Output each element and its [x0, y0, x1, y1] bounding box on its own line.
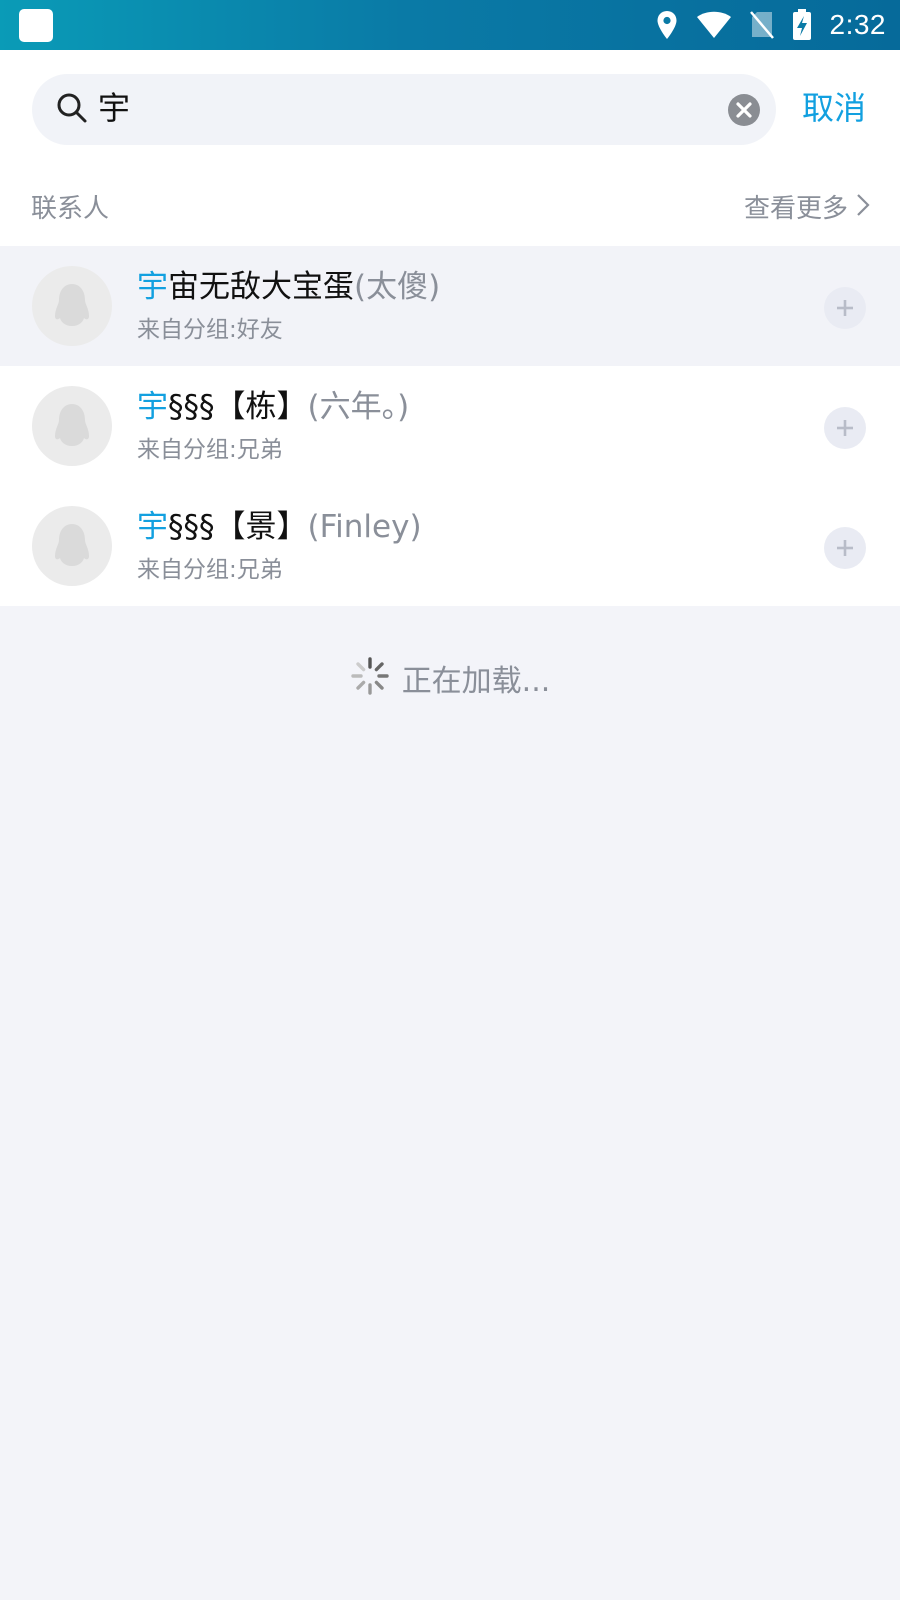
contact-row[interactable]: 宇宙无敌大宝蛋(太傻) 来自分组:好友	[0, 246, 900, 366]
app-notification-icon	[19, 9, 53, 42]
no-sim-icon	[749, 11, 774, 39]
contacts-section-header: 联系人 查看更多	[0, 180, 900, 246]
search-input[interactable]: 宇	[32, 74, 776, 145]
section-title: 联系人	[31, 194, 110, 224]
contact-group: 来自分组:好友	[137, 317, 283, 343]
plus-icon	[837, 420, 853, 436]
plus-icon	[837, 540, 853, 556]
add-button[interactable]	[824, 287, 866, 329]
name-match: 宇	[137, 509, 168, 545]
contact-name: 宇宙无敌大宝蛋(太傻)	[137, 266, 440, 308]
avatar	[32, 506, 112, 586]
add-button[interactable]	[824, 407, 866, 449]
penguin-placeholder-icon	[55, 404, 89, 446]
contact-results-list: 宇宙无敌大宝蛋(太傻) 来自分组:好友 宇§§§【栋】(六年。) 来自分组:兄弟…	[0, 246, 900, 606]
battery-charging-icon	[792, 9, 812, 41]
avatar	[32, 386, 112, 466]
name-rest: 宙无敌大宝蛋	[168, 269, 354, 305]
name-rest: §§§【栋】	[168, 389, 308, 425]
avatar	[32, 266, 112, 346]
wifi-icon	[696, 11, 732, 39]
loading-indicator: 正在加载...	[0, 656, 900, 700]
contact-name: 宇§§§【栋】(六年。)	[137, 386, 409, 428]
view-more-label: 查看更多	[743, 194, 848, 224]
loading-spinner-icon	[350, 656, 390, 700]
contact-name: 宇§§§【景】(Finley)	[137, 506, 422, 548]
location-icon	[656, 10, 678, 40]
search-header: 宇 取消	[0, 50, 900, 180]
cancel-button[interactable]: 取消	[802, 88, 866, 128]
chevron-right-icon	[856, 189, 870, 229]
clear-search-icon[interactable]	[728, 94, 760, 130]
name-remark: (太傻)	[354, 269, 441, 305]
search-icon	[56, 92, 90, 130]
status-bar: 2:32	[0, 0, 900, 50]
penguin-placeholder-icon	[55, 524, 89, 566]
search-query-text[interactable]: 宇	[98, 88, 130, 128]
name-rest: §§§【景】	[168, 509, 308, 545]
name-remark: (六年。)	[307, 389, 410, 425]
name-match: 宇	[137, 389, 168, 425]
contact-group: 来自分组:兄弟	[137, 437, 283, 463]
name-match: 宇	[137, 269, 168, 305]
contact-row[interactable]: 宇§§§【栋】(六年。) 来自分组:兄弟	[0, 366, 900, 486]
plus-icon	[837, 300, 853, 316]
penguin-placeholder-icon	[55, 284, 89, 326]
add-button[interactable]	[824, 527, 866, 569]
contact-row[interactable]: 宇§§§【景】(Finley) 来自分组:兄弟	[0, 486, 900, 606]
loading-text: 正在加载...	[401, 664, 551, 699]
name-remark: (Finley)	[307, 509, 422, 545]
view-more-link[interactable]: 查看更多	[744, 189, 870, 229]
status-time: 2:32	[829, 9, 886, 40]
status-icons: 2:32	[656, 0, 887, 50]
contact-group: 来自分组:兄弟	[137, 557, 283, 583]
